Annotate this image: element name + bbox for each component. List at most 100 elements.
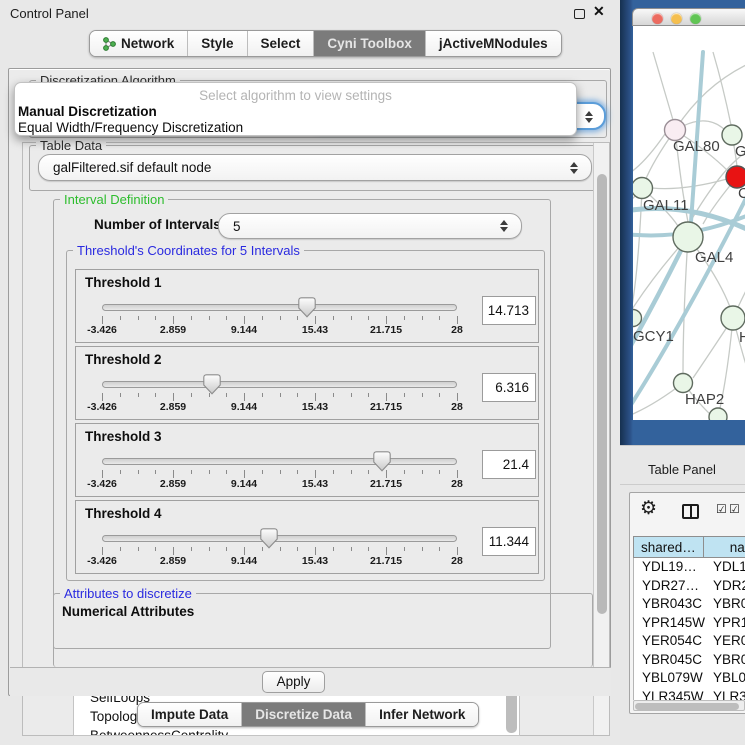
tab-style-label: Style: [201, 36, 233, 51]
node-label[interactable]: GAL4: [695, 249, 733, 266]
table-settings-gear-icon[interactable]: ⚙: [640, 497, 657, 520]
tick-mark: [404, 393, 405, 397]
slider-thumb[interactable]: [373, 451, 391, 472]
show-columns-icon[interactable]: [682, 504, 699, 519]
tick-mark: [262, 393, 263, 397]
threshold-value-field[interactable]: 6.316: [482, 373, 536, 402]
tick-mark: [439, 470, 440, 474]
tick-mark: [138, 547, 139, 551]
table-data-title: Table Data: [36, 138, 106, 153]
node-label[interactable]: HAP2: [685, 391, 724, 408]
attribute-item-betweennesscentrality[interactable]: BetweennessCentrality: [74, 726, 519, 736]
node-unlabeled[interactable]: [709, 408, 727, 420]
float-panel-icon[interactable]: [574, 9, 585, 19]
zoom-traffic-light[interactable]: [690, 13, 701, 24]
slider-track[interactable]: [102, 304, 457, 311]
tick-mark: [404, 470, 405, 474]
num-intervals-combobox[interactable]: 5: [218, 213, 522, 239]
algorithm-option-manual[interactable]: Manual Discretization: [18, 104, 157, 119]
close-traffic-light[interactable]: [652, 13, 663, 24]
select-all-checkbox-icon[interactable]: ☑: [729, 502, 740, 516]
algorithm-hint-option[interactable]: Select algorithm to view settings: [15, 88, 576, 103]
algorithm-option-equal-width[interactable]: Equal Width/Frequency Discretization: [18, 120, 243, 135]
node-hap2[interactable]: [674, 374, 693, 393]
tick-label: 28: [451, 478, 463, 490]
tab-discretize-data[interactable]: Discretize Data: [242, 703, 366, 726]
tick-mark: [173, 393, 174, 401]
node-label[interactable]: GAL80: [673, 138, 720, 155]
horizontal-scrollbar-thumb[interactable]: [635, 703, 739, 710]
combo-arrows-icon: [570, 162, 578, 174]
node-table-panel: ⚙ ☑ ☑ shared… na YDL19…YDL1YDR27…YDR2YBR…: [629, 492, 745, 714]
table-row[interactable]: YDL19…YDL1: [634, 558, 745, 577]
tick-mark: [102, 316, 103, 324]
node-label[interactable]: H: [739, 329, 745, 346]
table-row[interactable]: YLR345WYLR3: [634, 688, 745, 701]
slider-thumb[interactable]: [260, 528, 278, 549]
table-row[interactable]: YPR145WYPR1: [634, 614, 745, 633]
table-row[interactable]: YER054CYER0: [634, 632, 745, 651]
threshold-value-field[interactable]: 14.713: [482, 296, 536, 325]
attributes-scrollbar-thumb[interactable]: [506, 691, 517, 733]
tick-mark: [297, 393, 298, 397]
node-gal11[interactable]: [633, 178, 653, 199]
apply-button[interactable]: Apply: [262, 671, 325, 693]
tick-mark: [404, 547, 405, 551]
tab-impute-data[interactable]: Impute Data: [138, 703, 242, 726]
vertical-scrollbar-thumb[interactable]: [597, 174, 607, 614]
tick-mark: [244, 316, 245, 324]
node-ga[interactable]: [722, 125, 742, 145]
tab-jactivemnodules-label: jActiveMNodules: [439, 36, 548, 51]
node-label[interactable]: GAL11: [643, 197, 689, 214]
table-row[interactable]: YBR045CYBR0: [634, 651, 745, 670]
slider-track[interactable]: [102, 535, 457, 542]
threshold-value-field[interactable]: 21.4: [482, 450, 536, 479]
column-header-shared-name[interactable]: shared…: [633, 536, 704, 558]
minimize-traffic-light[interactable]: [671, 13, 682, 24]
divider: [620, 484, 745, 485]
tick-mark: [173, 547, 174, 555]
select-all-checkbox-icon[interactable]: ☑: [716, 502, 727, 516]
table-row[interactable]: YBR043CYBR0: [634, 595, 745, 614]
table-row[interactable]: YBL079WYBL0: [634, 669, 745, 688]
slider-thumb[interactable]: [298, 297, 316, 318]
threshold-value-field[interactable]: 11.344: [482, 527, 536, 556]
table-data-combobox[interactable]: galFiltered.sif default node: [38, 154, 592, 181]
tick-label: 9.144: [231, 324, 257, 336]
slider-track[interactable]: [102, 381, 457, 388]
column-header-name[interactable]: na: [704, 536, 745, 558]
cyni-toolbox-panel: Discretization Algorithm Table Data galF…: [8, 68, 611, 696]
table-row[interactable]: YDR27…YDR2: [634, 577, 745, 596]
table-data-group: Table Data galFiltered.sif default node: [29, 145, 599, 191]
node-label[interactable]: GCY1: [633, 328, 674, 345]
tick-label: 28: [451, 324, 463, 336]
table-rows[interactable]: YDL19…YDL1YDR27…YDR2YBR043CYBR0YPR145WYP…: [633, 558, 745, 700]
table-horizontal-scrollbar[interactable]: [633, 700, 745, 711]
tab-network[interactable]: Network: [90, 31, 188, 56]
tick-mark: [226, 393, 227, 397]
panel-vertical-scrollbar[interactable]: [593, 143, 609, 735]
tick-mark: [351, 316, 352, 320]
slider-thumb[interactable]: [203, 374, 221, 395]
slider-track[interactable]: [102, 458, 457, 465]
tab-infer-network[interactable]: Infer Network: [366, 703, 478, 726]
tab-cyni-toolbox[interactable]: Cyni Toolbox: [314, 31, 426, 56]
combo-arrows-icon: [500, 220, 508, 232]
tab-select[interactable]: Select: [248, 31, 315, 56]
network-window-titlebar[interactable]: [632, 8, 745, 26]
node-gal4[interactable]: [673, 222, 703, 252]
tab-style[interactable]: Style: [188, 31, 247, 56]
network-canvas[interactable]: GAL80 GA C GAL11 GAL4 GCY1 H HAP2: [633, 26, 745, 420]
tick-mark: [102, 470, 103, 478]
node-label[interactable]: GA: [735, 143, 745, 160]
tab-jactivemnodules[interactable]: jActiveMNodules: [426, 31, 561, 56]
node-h[interactable]: [721, 306, 745, 330]
node-label[interactable]: C: [738, 185, 745, 202]
tick-mark: [209, 470, 210, 474]
attributes-group: Attributes to discretize Numerical Attri…: [53, 593, 593, 667]
tick-mark: [297, 470, 298, 474]
tick-mark: [333, 470, 334, 474]
tick-mark: [120, 547, 121, 551]
close-icon[interactable]: ✕: [593, 3, 605, 20]
tick-mark: [138, 393, 139, 397]
